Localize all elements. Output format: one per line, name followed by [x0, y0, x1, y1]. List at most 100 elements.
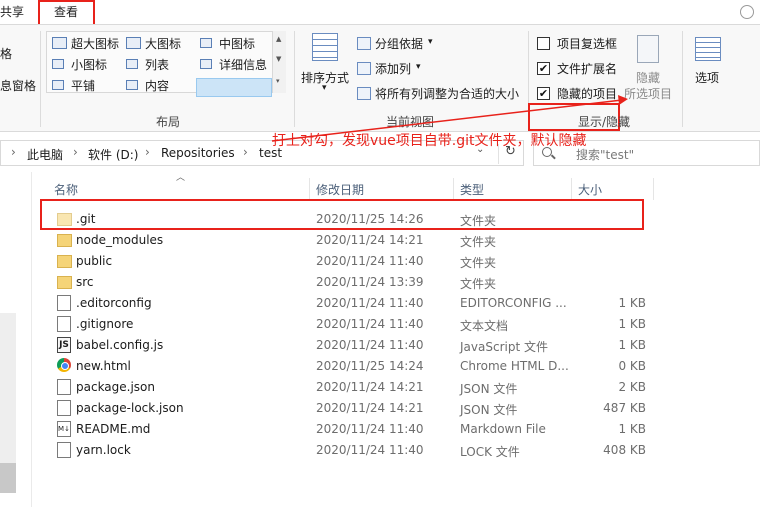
- chrome-icon: [57, 358, 71, 372]
- pane-label-cut[interactable]: 格: [0, 45, 12, 62]
- add-columns-button[interactable]: 添加列: [375, 60, 411, 77]
- ribbon-tab-bar: 共享 查看: [0, 0, 760, 32]
- sort-by-icon[interactable]: [312, 33, 338, 61]
- item-checkbox-toggle[interactable]: [537, 37, 550, 50]
- file-row[interactable]: src 2020/11/24 13:39 文件夹: [48, 272, 652, 293]
- file-type: Chrome HTML D...: [460, 359, 569, 373]
- layout-selected-highlight: [196, 78, 272, 97]
- details-pane-label[interactable]: 息窗格: [0, 77, 36, 94]
- file-type: LOCK 文件: [460, 445, 520, 459]
- file-date: 2020/11/24 11:40: [316, 422, 424, 436]
- file-row[interactable]: public 2020/11/24 11:40 文件夹: [48, 251, 652, 272]
- list-icon: [126, 59, 138, 69]
- layout-gallery-scroll[interactable]: ▲ ▼ ▾: [272, 31, 286, 93]
- breadcrumb-separator: ›: [11, 145, 16, 159]
- column-header-date[interactable]: 修改日期: [312, 178, 454, 200]
- extensions-label[interactable]: 文件扩展名: [557, 60, 617, 77]
- fit-columns-icon: [357, 87, 371, 100]
- breadcrumb-separator[interactable]: ›: [243, 145, 248, 159]
- options-button[interactable]: 选项: [695, 69, 719, 86]
- scroll-up-icon[interactable]: ▲: [276, 35, 281, 43]
- column-header-size[interactable]: 大小: [574, 178, 654, 200]
- selected-items-label[interactable]: 所选项目: [624, 85, 672, 102]
- breadcrumb-drive-d[interactable]: 软件 (D:): [88, 146, 138, 163]
- options-icon[interactable]: [695, 37, 721, 61]
- layout-medium[interactable]: 中图标: [219, 35, 255, 52]
- file-type: EDITORCONFIG ...: [460, 296, 567, 310]
- file-date: 2020/11/24 11:40: [316, 254, 424, 268]
- file-name: .editorconfig: [76, 296, 152, 310]
- divider: [294, 31, 295, 127]
- add-columns-dropdown-icon[interactable]: ▾: [416, 62, 421, 72]
- file-type: 文本文档: [460, 319, 509, 333]
- medium-icons-icon: [200, 38, 212, 48]
- file-row[interactable]: yarn.lock 2020/11/24 11:40 LOCK 文件 408 KB: [48, 440, 652, 461]
- layout-tiles[interactable]: 平铺: [71, 77, 95, 94]
- layout-small[interactable]: 小图标: [71, 56, 107, 73]
- layout-list[interactable]: 列表: [145, 56, 169, 73]
- hidden-items-checkbox[interactable]: ✔: [537, 87, 550, 100]
- file-size: 2 KB: [618, 380, 646, 394]
- folder-icon: [57, 276, 72, 289]
- extensions-checkbox[interactable]: ✔: [537, 62, 550, 75]
- sort-dropdown-icon[interactable]: ▾: [322, 83, 327, 93]
- details-icon: [200, 59, 212, 69]
- breadcrumb-separator[interactable]: ›: [73, 145, 78, 159]
- file-date: 2020/11/24 11:40: [316, 296, 424, 310]
- annotation-box-git-folder: [40, 199, 644, 230]
- file-date: 2020/11/24 14:21: [316, 401, 424, 415]
- tab-share[interactable]: 共享: [0, 3, 24, 20]
- file-row[interactable]: package-lock.json 2020/11/24 14:21 JSON 文件…: [48, 398, 652, 419]
- column-header-name[interactable]: 名称: [50, 178, 310, 200]
- layout-details[interactable]: 详细信息: [219, 56, 267, 73]
- folder-icon: [57, 234, 72, 247]
- help-icon[interactable]: [740, 5, 754, 19]
- file-name: package-lock.json: [76, 401, 184, 415]
- file-row[interactable]: .editorconfig 2020/11/24 11:40 EDITORCONFI…: [48, 293, 652, 314]
- file-icon: [57, 316, 71, 332]
- file-type: JSON 文件: [460, 403, 518, 417]
- file-size: 1 KB: [618, 317, 646, 331]
- file-date: 2020/11/25 14:24: [316, 359, 424, 373]
- file-date: 2020/11/24 14:21: [316, 233, 424, 247]
- file-name: .gitignore: [76, 317, 134, 331]
- file-row[interactable]: JS babel.config.js 2020/11/24 11:40 JavaScr…: [48, 335, 652, 356]
- column-header-type[interactable]: 类型: [456, 178, 572, 200]
- breadcrumb-repositories[interactable]: Repositories: [161, 146, 235, 160]
- file-row[interactable]: new.html 2020/11/25 14:24 Chrome HTML D...…: [48, 356, 652, 377]
- breadcrumb-separator[interactable]: ›: [145, 145, 150, 159]
- navigation-pane-scroll-thumb[interactable]: [0, 463, 16, 493]
- hide-selected-icon[interactable]: [637, 35, 659, 63]
- file-type: 文件夹: [460, 235, 497, 249]
- markdown-icon: M↓: [57, 421, 71, 437]
- file-date: 2020/11/24 14:21: [316, 380, 424, 394]
- scroll-down-icon[interactable]: ▼: [276, 55, 281, 63]
- group-by-button[interactable]: 分组依据: [375, 35, 423, 52]
- file-icon: [57, 295, 71, 311]
- file-type: 文件夹: [460, 256, 497, 270]
- item-checkbox-label[interactable]: 项目复选框: [557, 35, 617, 52]
- file-row[interactable]: node_modules 2020/11/24 14:21 文件夹: [48, 230, 652, 251]
- file-name: yarn.lock: [76, 443, 131, 457]
- hide-selected-label[interactable]: 隐藏: [636, 69, 660, 86]
- group-by-dropdown-icon[interactable]: ▾: [428, 37, 433, 47]
- tiles-icon: [52, 80, 64, 90]
- file-row[interactable]: .gitignore 2020/11/24 11:40 文本文档 1 KB: [48, 314, 652, 335]
- file-size: 1 KB: [618, 422, 646, 436]
- large-icons-icon: [126, 37, 141, 49]
- js-file-icon: JS: [57, 337, 71, 353]
- file-name: src: [76, 275, 94, 289]
- folder-icon: [57, 255, 72, 268]
- file-row[interactable]: package.json 2020/11/24 14:21 JSON 文件 2 KB: [48, 377, 652, 398]
- hidden-items-label[interactable]: 隐藏的项目: [557, 85, 617, 102]
- file-size: 1 KB: [618, 296, 646, 310]
- layout-large[interactable]: 大图标: [145, 35, 181, 52]
- fit-columns-button[interactable]: 将所有列调整为合适的大小: [375, 85, 519, 102]
- expand-gallery-icon[interactable]: ▾: [276, 77, 280, 85]
- divider: [40, 31, 41, 127]
- file-row[interactable]: M↓ README.md 2020/11/24 11:40 Markdown File…: [48, 419, 652, 440]
- layout-content[interactable]: 内容: [145, 77, 169, 94]
- layout-extra-large[interactable]: 超大图标: [71, 35, 119, 52]
- breadcrumb-this-pc[interactable]: 此电脑: [27, 146, 63, 163]
- add-columns-icon: [357, 62, 371, 75]
